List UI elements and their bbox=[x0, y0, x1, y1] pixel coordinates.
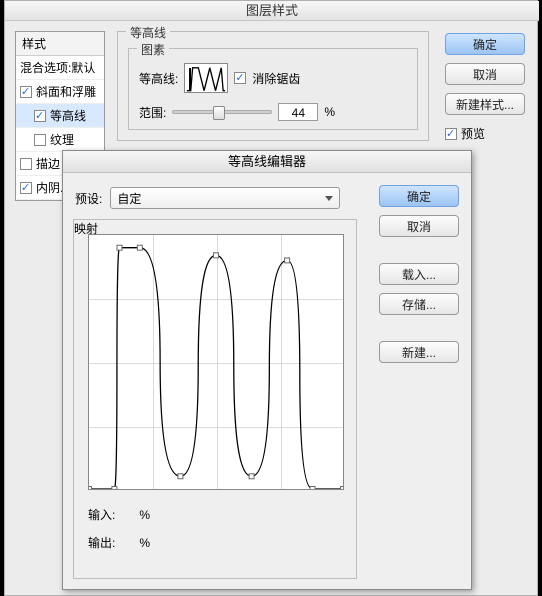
pixel-group-label: 图素 bbox=[137, 41, 169, 58]
style-label: 斜面和浮雕 bbox=[36, 83, 96, 100]
style-checkbox[interactable] bbox=[20, 86, 32, 98]
range-slider[interactable] bbox=[172, 110, 272, 114]
cancel-button[interactable]: 取消 bbox=[445, 63, 525, 85]
range-slider-knob[interactable] bbox=[213, 106, 225, 120]
style-checkbox[interactable] bbox=[34, 134, 46, 146]
preset-value: 自定 bbox=[117, 190, 141, 207]
preset-select[interactable]: 自定 bbox=[110, 187, 340, 209]
editor-save-button[interactable]: 存储... bbox=[379, 293, 459, 315]
contour-thumbnail[interactable] bbox=[184, 63, 228, 93]
dialog-buttons: 确定 取消 新建样式... 预览 bbox=[445, 33, 525, 142]
style-checkbox[interactable] bbox=[34, 110, 46, 122]
curve-canvas[interactable] bbox=[88, 234, 344, 490]
antialias-checkbox[interactable] bbox=[234, 72, 246, 84]
editor-cancel-button[interactable]: 取消 bbox=[379, 215, 459, 237]
antialias-label: 消除锯齿 bbox=[252, 70, 300, 87]
editor-new-button[interactable]: 新建... bbox=[379, 341, 459, 363]
output-percent: % bbox=[139, 536, 150, 550]
ok-button[interactable]: 确定 bbox=[445, 33, 525, 55]
percent-sign: % bbox=[324, 105, 335, 119]
input-percent: % bbox=[139, 508, 150, 522]
blend-options-label: 混合选项:默认 bbox=[20, 59, 95, 76]
output-label: 输出: bbox=[88, 534, 115, 551]
style-checkbox[interactable] bbox=[20, 182, 32, 194]
style-label: 等高线 bbox=[50, 107, 86, 124]
range-value[interactable]: 44 bbox=[278, 103, 318, 121]
pixel-group: 图素 等高线: 消除锯齿 范围: 44 % bbox=[128, 48, 418, 130]
blend-options-row[interactable]: 混合选项:默认 bbox=[16, 56, 104, 80]
chevron-down-icon bbox=[325, 196, 333, 201]
contour-label: 等高线: bbox=[139, 70, 178, 87]
styles-header: 样式 bbox=[16, 32, 104, 56]
new-style-button[interactable]: 新建样式... bbox=[445, 93, 525, 115]
input-label: 输入: bbox=[88, 506, 115, 523]
style-label: 描边 bbox=[36, 155, 60, 172]
style-row[interactable]: 等高线 bbox=[16, 104, 104, 128]
range-label: 范围: bbox=[139, 104, 166, 121]
contour-editor-title: 等高线编辑器 bbox=[63, 151, 471, 173]
preview-label: 预览 bbox=[461, 125, 485, 142]
style-row[interactable]: 纹理 bbox=[16, 128, 104, 152]
contour-group-label: 等高线 bbox=[126, 24, 170, 41]
style-row[interactable]: 斜面和浮雕 bbox=[16, 80, 104, 104]
preset-label: 预设: bbox=[75, 190, 102, 207]
editor-load-button[interactable]: 载入... bbox=[379, 263, 459, 285]
editor-ok-button[interactable]: 确定 bbox=[379, 185, 459, 207]
style-label: 纹理 bbox=[50, 131, 74, 148]
map-group: 映射 输入: % 输出: % bbox=[73, 219, 357, 579]
style-checkbox[interactable] bbox=[20, 158, 32, 170]
contour-group: 等高线 图素 等高线: 消除锯齿 范围: 44 % bbox=[117, 31, 429, 141]
dialog-title: 图层样式 bbox=[5, 1, 539, 21]
preview-checkbox[interactable] bbox=[445, 128, 457, 140]
contour-editor-buttons: 确定 取消 载入... 存储... 新建... bbox=[379, 185, 459, 363]
contour-editor-dialog: 等高线编辑器 预设: 自定 确定 取消 载入... 存储... 新建... 映射 bbox=[62, 150, 472, 590]
